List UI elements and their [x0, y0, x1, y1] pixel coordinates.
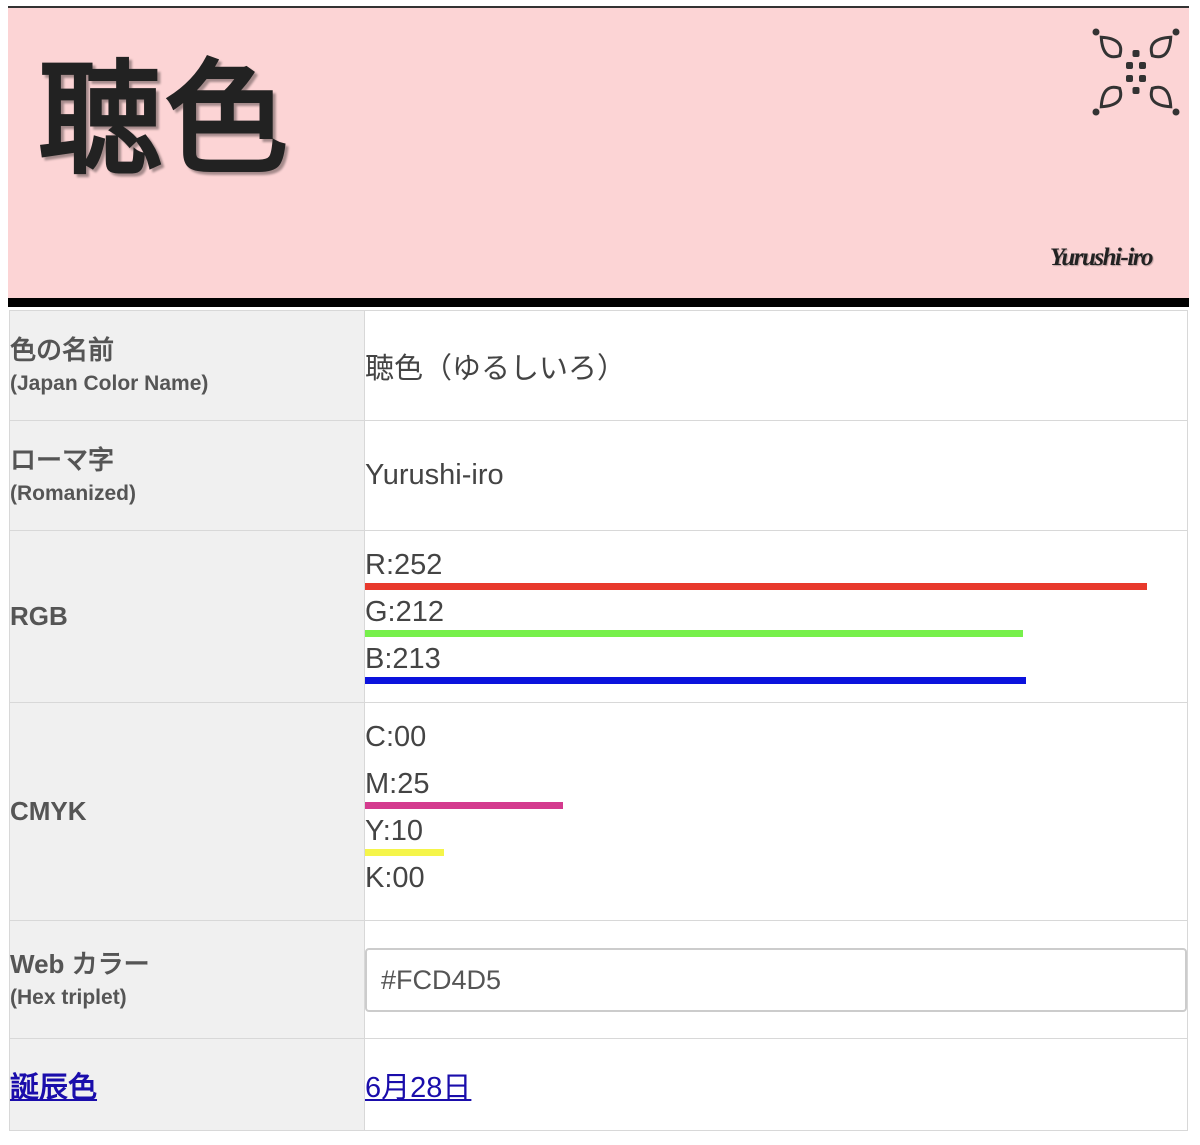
cmyk-channel-label: C:00: [365, 720, 427, 753]
rgb-channel-1: G:212: [365, 593, 1187, 640]
color-romanized-caption: Yurushi-iro: [1049, 244, 1154, 271]
cmyk-channel-label: M:25: [365, 767, 430, 800]
rgb-value-cell: R:252 G:212 B:213: [364, 530, 1188, 703]
romanized-label: ローマ字: [10, 444, 115, 475]
hex-value-field[interactable]: #FCD4D5: [365, 947, 1187, 1012]
cmyk-channel-list: C:00 M:25 Y:10 K:00: [365, 718, 1187, 906]
rgb-channel-2: B:213: [365, 640, 1187, 687]
rgb-channel-label: G:212: [365, 596, 444, 628]
color-name-label-cell: 色の名前 (Japan Color Name): [9, 310, 365, 421]
row-web-color: Web カラー (Hex triplet) #FCD4D5: [9, 920, 1188, 1039]
banner-divider: [8, 298, 1189, 307]
romanized-label-cell: ローマ字 (Romanized): [9, 420, 365, 531]
rgb-label: RGB: [10, 601, 68, 632]
row-rgb: RGB R:252 G:212 B:213: [9, 530, 1188, 703]
color-name-sublabel: (Japan Color Name): [10, 371, 209, 395]
birthday-date-link[interactable]: 6月28日: [365, 1072, 471, 1104]
row-color-name: 色の名前 (Japan Color Name) 聴色（ゆるしいろ）: [9, 310, 1188, 421]
color-name-label: 色の名前: [10, 334, 115, 365]
rgb-channel-bar: [365, 583, 1147, 590]
row-romanized: ローマ字 (Romanized) Yurushi-iro: [9, 420, 1188, 531]
rgb-channel-label: R:252: [365, 549, 443, 581]
color-name-value-cell: 聴色（ゆるしいろ）: [364, 310, 1188, 421]
cmyk-channel-bar: [365, 801, 563, 809]
rgb-channel-list: R:252 G:212 B:213: [365, 546, 1187, 687]
web-color-value-cell: #FCD4D5: [364, 920, 1188, 1039]
cmyk-value-cell: C:00 M:25 Y:10 K:00: [364, 702, 1188, 921]
cmyk-channel-bar: [365, 848, 444, 856]
birthday-value-cell: 6月28日: [364, 1038, 1188, 1131]
cmyk-label-cell: CMYK: [9, 702, 365, 921]
cmyk-channel-0: C:00: [365, 718, 1187, 765]
color-title: 聴色: [38, 47, 291, 192]
cmyk-channel-2: Y:10: [365, 812, 1187, 859]
birthday-label-cell: 誕辰色: [9, 1038, 365, 1131]
rgb-channel-bar: [365, 677, 1026, 684]
birthday-color-link[interactable]: 誕辰色: [10, 1072, 97, 1104]
rgb-channel-0: R:252: [365, 546, 1187, 593]
cmyk-label: CMYK: [10, 796, 87, 827]
color-name-value: 聴色（ゆるしいろ）: [365, 352, 627, 385]
rgb-label-cell: RGB: [9, 530, 365, 703]
cmyk-channel-1: M:25: [365, 765, 1187, 812]
web-color-label: Web カラー: [10, 948, 150, 979]
color-info-table: 色の名前 (Japan Color Name) 聴色（ゆるしいろ） ローマ字 (…: [9, 310, 1188, 1131]
romanized-value: Yurushi-iro: [365, 459, 504, 491]
rgb-channel-bar: [365, 630, 1023, 637]
web-color-label-cell: Web カラー (Hex triplet): [9, 920, 365, 1039]
cmyk-channel-3: K:00: [365, 859, 1187, 906]
cmyk-channel-label: Y:10: [365, 814, 424, 847]
row-birthday-color: 誕辰色 6月28日: [9, 1038, 1188, 1131]
row-cmyk: CMYK C:00 M:25 Y:10 K:00: [9, 702, 1188, 921]
rgb-channel-label: B:213: [365, 643, 441, 675]
color-detail-page: 聴色 Yurushi-iro 色の名前 (Japan Color Name) 聴…: [0, 0, 1200, 1145]
romanized-sublabel: (Romanized): [10, 481, 136, 505]
cmyk-channel-label: K:00: [365, 861, 425, 894]
family-crest-icon: [1092, 28, 1180, 116]
romanized-value-cell: Yurushi-iro: [364, 420, 1188, 531]
color-hero-banner: 聴色 Yurushi-iro: [8, 8, 1189, 298]
web-color-sublabel: (Hex triplet): [10, 985, 127, 1009]
